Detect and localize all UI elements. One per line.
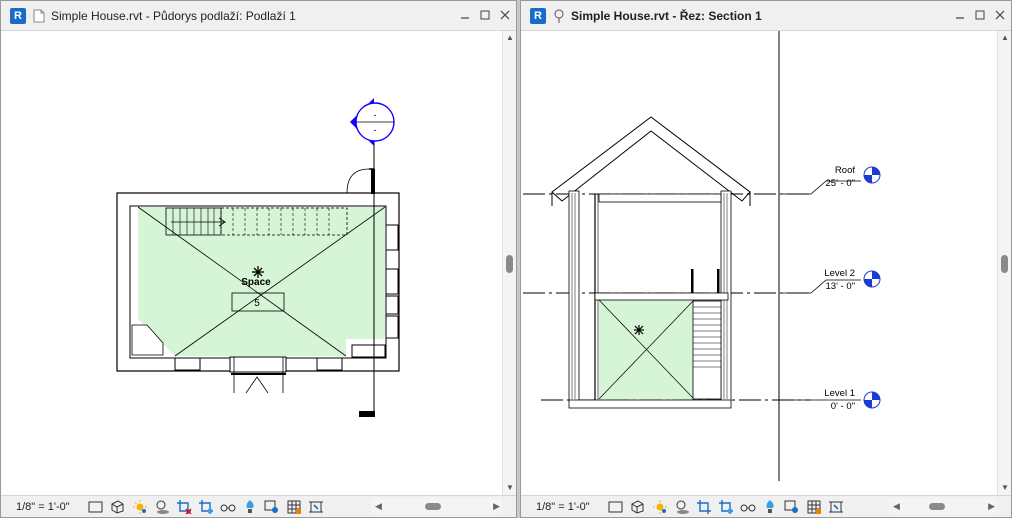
space-label: Space xyxy=(241,277,271,288)
highlight-displacement-icon[interactable] xyxy=(827,498,844,515)
scroll-right-icon[interactable]: ▶ xyxy=(493,498,500,514)
svg-text:0' - 0": 0' - 0" xyxy=(831,401,855,412)
floor-plan-view-icon xyxy=(31,8,47,24)
shadows-icon[interactable] xyxy=(153,498,170,515)
sun-path-icon[interactable] xyxy=(131,498,148,515)
worksharing-icon[interactable] xyxy=(783,498,800,515)
highlight-displacement-icon[interactable] xyxy=(307,498,324,515)
worksharing-icon[interactable] xyxy=(263,498,280,515)
detail-level-icon[interactable] xyxy=(87,498,104,515)
close-icon[interactable] xyxy=(993,8,1007,22)
analytical-model-icon[interactable] xyxy=(805,498,822,515)
reveal-hidden-icon[interactable] xyxy=(761,498,778,515)
temporary-hide-icon[interactable] xyxy=(739,498,756,515)
detail-level-icon[interactable] xyxy=(607,498,624,515)
floor-plan-titlebar[interactable]: R Simple House.rvt - Půdorys podlaží: Po… xyxy=(1,1,516,31)
window-title: Simple House.rvt - Řez: Section 1 xyxy=(571,8,762,23)
section-titlebar[interactable]: R Simple House.rvt - Řez: Section 1 xyxy=(521,1,1011,31)
svg-text:Level 2: Level 2 xyxy=(824,268,855,279)
level-head-level-2: Level 2 13' - 0" xyxy=(781,268,881,294)
crop-view-icon[interactable] xyxy=(695,498,712,515)
sun-path-icon[interactable] xyxy=(651,498,668,515)
show-crop-region-icon[interactable] xyxy=(197,498,214,515)
section-view-icon xyxy=(551,8,567,24)
level-head-roof: Roof 25' - 0" xyxy=(781,165,881,195)
vertical-scrollbar[interactable]: ▲ ▼ xyxy=(502,31,516,495)
minimize-icon[interactable] xyxy=(953,8,967,22)
visual-style-icon[interactable] xyxy=(109,498,126,515)
level-head-level-1: Level 1 0' - 0" xyxy=(781,388,881,412)
scroll-down-icon[interactable]: ▼ xyxy=(503,481,517,495)
space-number: 5 xyxy=(254,298,260,309)
svg-text:-: - xyxy=(374,125,377,135)
floor-plan-canvas[interactable]: - - Space 5 xyxy=(1,31,502,495)
section-drawing: Roof 25' - 0" Level 2 13' - 0" Level 1 0… xyxy=(523,31,881,481)
section-window[interactable]: R Simple House.rvt - Řez: Section 1 Roof… xyxy=(520,0,1012,518)
visual-style-icon[interactable] xyxy=(629,498,646,515)
minimize-icon[interactable] xyxy=(458,8,472,22)
analytical-model-icon[interactable] xyxy=(285,498,302,515)
svg-text:-: - xyxy=(374,110,377,120)
crop-view-icon[interactable] xyxy=(175,498,192,515)
section-head-marker: - - xyxy=(350,98,395,146)
scroll-left-icon[interactable]: ◀ xyxy=(375,498,382,514)
window-title: Simple House.rvt - Půdorys podlaží: Podl… xyxy=(51,8,296,23)
horizontal-scroll-thumb[interactable] xyxy=(425,503,441,510)
view-scale[interactable]: 1/8" = 1'-0" xyxy=(16,501,80,513)
revit-app-icon: R xyxy=(530,7,546,24)
floor-plan-drawing: - - Space 5 xyxy=(116,98,400,417)
svg-text:25' - 0": 25' - 0" xyxy=(826,178,855,189)
view-scale[interactable]: 1/8" = 1'-0" xyxy=(536,501,600,513)
scroll-thumb[interactable] xyxy=(506,255,513,273)
horizontal-scroll-thumb[interactable] xyxy=(929,503,945,510)
section-canvas[interactable]: Roof 25' - 0" Level 2 13' - 0" Level 1 0… xyxy=(521,31,997,495)
reveal-hidden-icon[interactable] xyxy=(241,498,258,515)
svg-text:Level 1: Level 1 xyxy=(824,388,855,399)
scroll-up-icon[interactable]: ▲ xyxy=(503,31,517,45)
shadows-icon[interactable] xyxy=(673,498,690,515)
scroll-left-icon[interactable]: ◀ xyxy=(893,498,900,514)
svg-text:13' - 0": 13' - 0" xyxy=(826,281,855,292)
maximize-icon[interactable] xyxy=(478,8,492,22)
vertical-scrollbar[interactable]: ▲ ▼ xyxy=(997,31,1011,495)
floor-plan-window[interactable]: R Simple House.rvt - Půdorys podlaží: Po… xyxy=(0,0,517,518)
scroll-right-icon[interactable]: ▶ xyxy=(988,498,995,514)
view-control-bar: 1/8" = 1'-0" ◀ ▶ xyxy=(1,495,516,517)
horizontal-scrollbar[interactable]: ◀ ▶ xyxy=(889,498,997,514)
horizontal-scrollbar[interactable]: ◀ ▶ xyxy=(371,498,502,514)
maximize-icon[interactable] xyxy=(973,8,987,22)
scroll-down-icon[interactable]: ▼ xyxy=(998,481,1012,495)
scroll-thumb[interactable] xyxy=(1001,255,1008,273)
view-control-bar: 1/8" = 1'-0" ◀ ▶ xyxy=(521,495,1011,517)
close-icon[interactable] xyxy=(498,8,512,22)
show-crop-region-icon[interactable] xyxy=(717,498,734,515)
revit-app-icon: R xyxy=(10,7,26,24)
temporary-hide-icon[interactable] xyxy=(219,498,236,515)
svg-text:Roof: Roof xyxy=(835,165,855,176)
scroll-up-icon[interactable]: ▲ xyxy=(998,31,1012,45)
